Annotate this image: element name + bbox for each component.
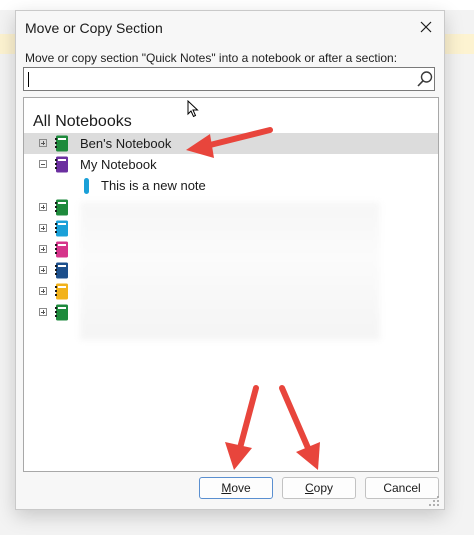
copy-label: opy [313,481,334,495]
collapse-toggle[interactable] [39,160,47,168]
tree-item-notebook[interactable] [24,281,84,302]
notebook-tree[interactable]: All Notebooks Ben's Notebook My Notebook… [23,97,439,472]
notebook-icon [55,156,68,173]
expand-toggle[interactable] [39,245,47,253]
dialog-title: Move or Copy Section [25,20,163,36]
resize-grip-icon[interactable] [428,495,440,507]
expand-toggle[interactable] [39,287,47,295]
move-mnemonic: M [221,481,232,495]
copy-mnemonic: C [304,481,314,495]
tree-item-label: This is a new note [101,178,206,193]
notebook-icon [55,220,68,237]
background-infobar-right [445,34,474,54]
notebook-icon [55,241,68,258]
expand-toggle[interactable] [39,203,47,211]
search-input[interactable] [27,70,411,90]
tree-item-notebook[interactable] [24,302,84,323]
notebook-icon [55,304,68,321]
notebook-icon [55,135,68,152]
redacted-notebook-names [80,202,380,340]
copy-button[interactable]: Copy [282,477,356,499]
tree-item-notebook[interactable] [24,218,84,239]
tree-item-bens-notebook[interactable]: Ben's Notebook [24,133,438,154]
notebook-icon [55,283,68,300]
tree-item-notebook[interactable] [24,197,84,218]
tree-item-label: My Notebook [80,157,157,172]
tree-item-section[interactable]: This is a new note [24,175,438,196]
expand-toggle[interactable] [39,308,47,316]
close-button[interactable] [414,15,438,39]
search-icon[interactable] [416,70,434,88]
notebook-icon [55,199,68,216]
expand-toggle[interactable] [39,224,47,232]
tree-heading: All Notebooks [33,113,132,130]
close-icon [420,21,432,33]
tree-item-notebook[interactable] [24,239,84,260]
expand-toggle[interactable] [39,139,47,147]
expand-toggle[interactable] [39,266,47,274]
tree-item-notebook[interactable] [24,260,84,281]
mouse-cursor-icon [187,100,199,118]
tree-item-my-notebook[interactable]: My Notebook [24,154,438,175]
section-icon [84,178,89,194]
background-window [0,0,474,10]
move-button[interactable]: Move [199,477,273,499]
instruction-text: Move or copy section "Quick Notes" into … [25,51,398,65]
notebook-icon [55,262,68,279]
search-box[interactable] [23,67,435,91]
tree-item-label: Ben's Notebook [80,136,172,151]
move-label: ove [231,481,251,495]
move-copy-section-dialog: Move or Copy Section Move or copy sectio… [15,10,445,510]
